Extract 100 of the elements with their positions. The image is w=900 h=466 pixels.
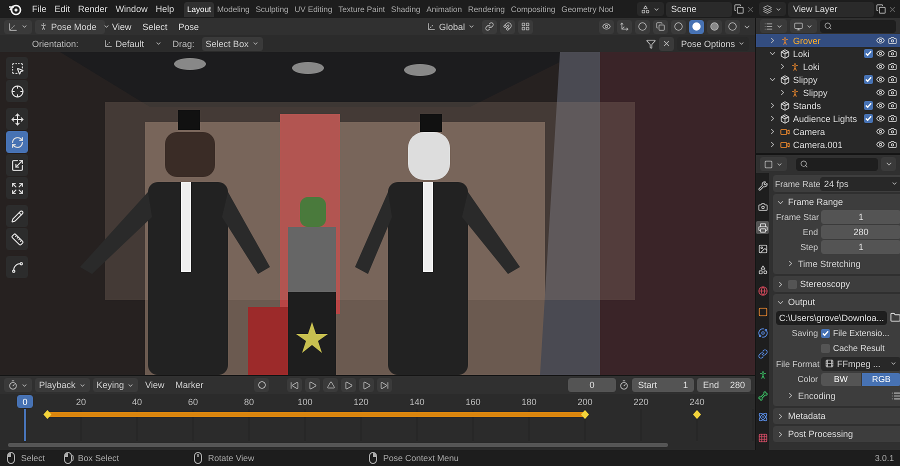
options-button[interactable] (881, 157, 896, 171)
menu-dropdown[interactable]: Keying (92, 378, 138, 392)
end-frame-field[interactable]: End 280 (697, 378, 751, 392)
properties-tab[interactable] (756, 221, 769, 234)
options-dropdown[interactable]: Pose Options (676, 36, 749, 50)
editor-type-dropdown[interactable] (4, 378, 32, 392)
view-layer-selector[interactable] (759, 2, 786, 16)
outliner-row[interactable]: Camera (756, 125, 900, 138)
outliner-row[interactable]: Stands (756, 99, 900, 112)
checkbox[interactable] (864, 75, 873, 84)
outliner-row[interactable]: Grover (756, 34, 900, 47)
transform-orientation-dropdown[interactable]: Global (422, 20, 479, 34)
file-format-dropdown[interactable]: FFmpeg ... (821, 356, 900, 370)
panel-title[interactable]: Output (788, 297, 816, 307)
properties-tab[interactable] (756, 179, 769, 192)
workspace-tab[interactable]: Geometry Nod (558, 2, 616, 16)
number-field[interactable]: 280 (821, 225, 900, 239)
visibility-button[interactable] (599, 20, 614, 34)
checkbox[interactable] (821, 328, 830, 338)
tool-button[interactable] (6, 228, 28, 250)
menu-item[interactable]: Window (112, 3, 152, 15)
menu-item[interactable]: View (108, 20, 136, 32)
properties-tab[interactable] (756, 305, 769, 318)
chevron-down-icon[interactable] (768, 49, 777, 58)
prev-keyframe-button[interactable] (305, 378, 320, 392)
outliner-row[interactable]: Camera.001 (756, 138, 900, 151)
chevron-right-icon[interactable] (768, 36, 777, 45)
jump-start-button[interactable] (287, 378, 302, 392)
keyframe-diamond[interactable] (581, 410, 589, 419)
chevron-right-icon[interactable] (768, 101, 777, 110)
drag-dropdown[interactable]: Select Box (202, 36, 263, 50)
outliner-row[interactable]: Loki (756, 47, 900, 60)
properties-tab[interactable] (756, 242, 769, 255)
workspace-tab[interactable]: Sculpting (252, 2, 292, 16)
checkbox[interactable] (864, 49, 873, 58)
tool-button[interactable] (6, 154, 28, 176)
menu-dropdown[interactable]: View (141, 378, 168, 392)
shading-mode-button[interactable] (725, 20, 740, 34)
chevron-right-icon[interactable] (786, 259, 795, 268)
scene-selector[interactable] (637, 2, 664, 16)
gizmo-button[interactable] (617, 20, 632, 34)
frame-rate-dropdown[interactable]: 24 fps (820, 176, 900, 190)
properties-tab[interactable] (756, 389, 769, 402)
mirror-toggle[interactable] (658, 36, 674, 50)
panel-title[interactable]: Metadata (788, 411, 826, 421)
view-layer-name-field[interactable]: View Layer (788, 2, 874, 16)
chevron-down-icon[interactable] (768, 75, 777, 84)
search-field[interactable] (820, 20, 896, 32)
workspace-tab[interactable]: Layout (184, 2, 214, 16)
tool-button[interactable] (6, 80, 28, 102)
play-reverse-button[interactable] (323, 378, 338, 392)
pivot-point-button[interactable] (482, 20, 497, 34)
checkbox[interactable] (864, 114, 873, 123)
menu-dropdown[interactable]: Marker (171, 378, 208, 392)
chevron-right-icon[interactable] (778, 88, 787, 97)
chevron-right-icon[interactable] (768, 114, 777, 123)
xray-button[interactable] (653, 20, 668, 34)
shading-mode-button[interactable] (689, 20, 704, 34)
chevron-right-icon[interactable] (776, 430, 785, 438)
workspace-tab[interactable]: UV Editing (292, 2, 336, 16)
menu-item[interactable]: Help (152, 3, 178, 15)
snap-toggle[interactable] (500, 20, 515, 34)
properties-tab[interactable] (756, 326, 769, 339)
properties-tab[interactable] (756, 263, 769, 276)
subpanel-title[interactable]: Time Stretching (798, 258, 861, 268)
shading-mode-button[interactable] (707, 20, 722, 34)
tool-button[interactable] (6, 57, 28, 79)
orientation-dropdown[interactable]: Default (100, 36, 166, 50)
panel-title[interactable]: Post Processing (788, 429, 854, 439)
chevron-right-icon[interactable] (776, 412, 785, 420)
menu-item[interactable]: Pose (174, 20, 203, 32)
menu-item[interactable]: Edit (50, 3, 74, 15)
record-button[interactable] (254, 378, 269, 392)
chevron-right-icon[interactable] (768, 127, 777, 136)
properties-tab[interactable] (756, 347, 769, 360)
editor-type-dropdown[interactable] (4, 20, 32, 34)
tool-button[interactable] (6, 177, 28, 199)
jump-end-button[interactable] (377, 378, 392, 392)
shading-mode-button[interactable] (671, 20, 686, 34)
tool-button[interactable] (6, 256, 28, 278)
subpanel-title[interactable]: Encoding (798, 390, 836, 400)
start-frame-field[interactable]: Start 1 (632, 378, 694, 392)
menu-dropdown[interactable]: Playback (35, 378, 90, 392)
chevron-right-icon[interactable] (786, 391, 795, 400)
path-field[interactable]: C:\Users\grove\Downloa... (776, 310, 888, 324)
properties-tab[interactable] (756, 410, 769, 423)
workspace-tab[interactable]: Texture Paint (335, 2, 388, 16)
menu-item[interactable]: File (28, 3, 51, 15)
checkbox[interactable] (864, 101, 873, 110)
current-frame-indicator[interactable]: 0 (17, 395, 33, 408)
chevron-right-icon[interactable] (778, 62, 787, 71)
number-field[interactable]: 1 (821, 240, 900, 254)
overlay-button[interactable] (635, 20, 650, 34)
number-field[interactable]: 1 (821, 210, 900, 224)
play-button[interactable] (341, 378, 356, 392)
workspace-tab[interactable]: Compositing (508, 2, 558, 16)
display-mode-dropdown[interactable] (760, 19, 787, 33)
keyframe-diamond[interactable] (43, 410, 52, 419)
menu-item[interactable]: Render (74, 3, 112, 15)
chevron-right-icon[interactable] (776, 280, 785, 288)
